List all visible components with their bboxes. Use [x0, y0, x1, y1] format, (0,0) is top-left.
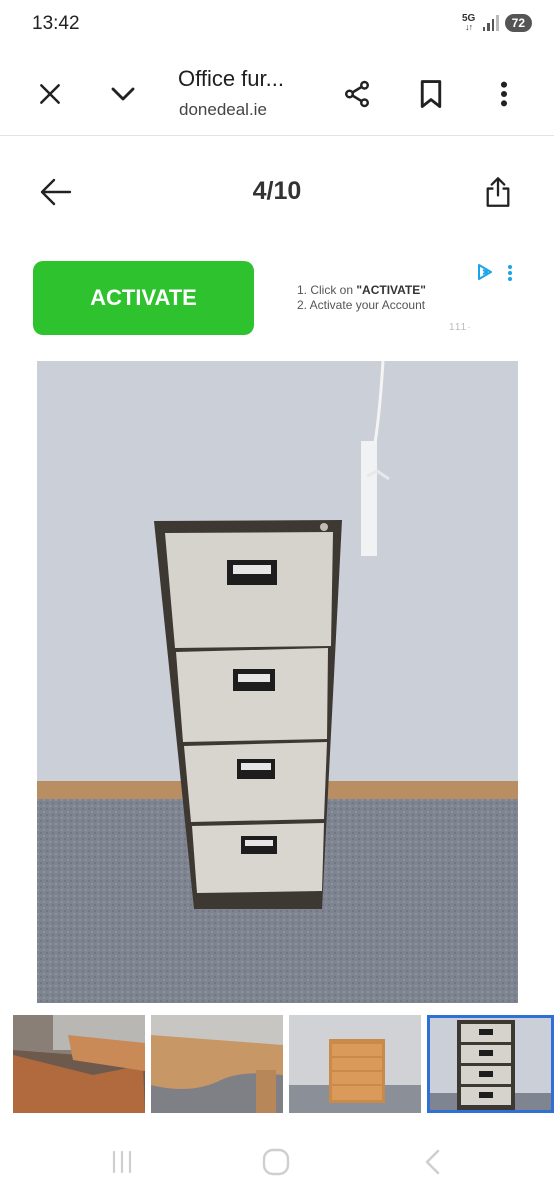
browser-toolbar: Office fur... donedeal.ie	[0, 52, 554, 136]
home-icon[interactable]	[254, 1142, 298, 1182]
back-icon[interactable]	[410, 1142, 454, 1182]
thumbnail-4[interactable]	[427, 1015, 554, 1113]
main-image[interactable]	[37, 361, 518, 1003]
ad-choices-icon[interactable]	[475, 262, 495, 282]
filing-cabinet-photo	[37, 361, 518, 1003]
thumbnail-1-image	[13, 1015, 145, 1113]
ad-decoration: 111·	[449, 322, 472, 333]
battery-icon: 72	[504, 14, 532, 32]
close-icon[interactable]	[28, 72, 72, 116]
status-time: 13:42	[32, 13, 80, 34]
recents-icon[interactable]	[100, 1142, 144, 1182]
thumbnail-3-image	[289, 1015, 421, 1113]
gallery-header: 4/10	[0, 137, 554, 247]
bookmark-icon[interactable]	[409, 72, 453, 116]
ad-step-2: 2. Activate your Account	[297, 298, 426, 312]
share-icon[interactable]	[335, 72, 379, 116]
ad-step-1: 1. Click on "ACTIVATE"	[297, 283, 426, 297]
chevron-down-icon[interactable]	[101, 72, 145, 116]
network-icon: 5G ↓↑	[461, 13, 476, 32]
ad-banner: ACTIVATE 1. Click on "ACTIVATE" 2. Activ…	[0, 252, 554, 347]
system-nav-bar	[0, 1130, 554, 1200]
image-counter: 4/10	[252, 177, 302, 205]
ad-instructions: 1. Click on "ACTIVATE" 2. Activate your …	[297, 283, 426, 313]
status-indicators: 5G ↓↑ 72	[461, 14, 532, 32]
signal-icon	[482, 15, 499, 31]
thumbnail-3[interactable]	[289, 1015, 421, 1113]
page-domain[interactable]: donedeal.ie	[179, 100, 267, 120]
export-icon[interactable]	[476, 170, 520, 214]
thumbnail-1[interactable]	[13, 1015, 145, 1113]
activate-button[interactable]: ACTIVATE	[33, 261, 254, 335]
status-bar: 13:42 5G ↓↑ 72	[0, 0, 554, 52]
more-vert-icon[interactable]	[482, 72, 526, 116]
thumbnail-strip	[0, 1015, 554, 1115]
thumbnail-2[interactable]	[151, 1015, 283, 1113]
thumbnail-4-image	[427, 1015, 554, 1113]
thumbnail-2-image	[151, 1015, 283, 1113]
page-title[interactable]: Office fur...	[178, 66, 284, 92]
ad-more-icon[interactable]	[502, 262, 518, 284]
